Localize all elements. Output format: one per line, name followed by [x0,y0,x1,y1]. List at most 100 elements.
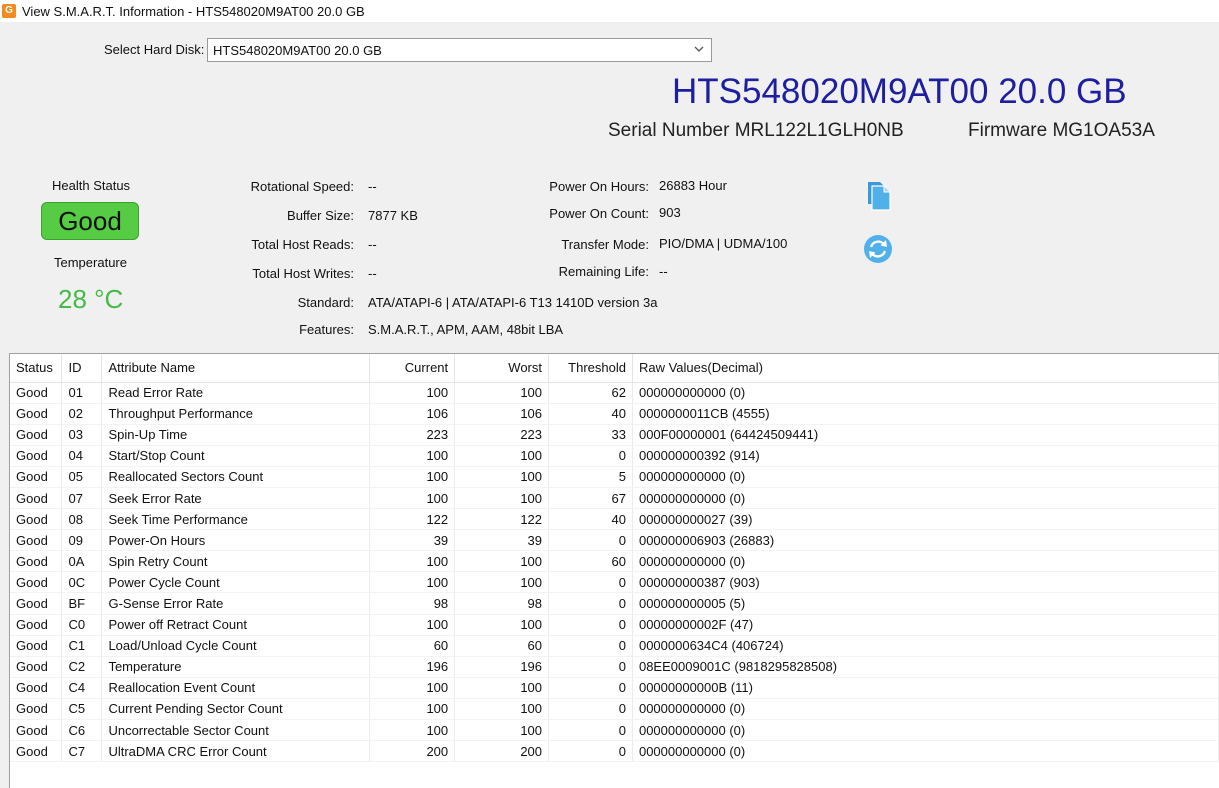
table-row[interactable]: Good C0 Power off Retract Count 100 100 0 0000… [10,614,1219,636]
chevron-down-icon [694,46,704,52]
current-cell: 100 [369,487,456,510]
attribute-name-cell: Spin-Up Time [101,424,371,446]
worst-cell: 98 [454,592,550,615]
column-header-attribute-name[interactable]: Attribute Name [101,354,371,383]
column-header-raw-values[interactable]: Raw Values(Decimal) [632,354,1219,383]
attribute-name-cell: Throughput Performance [101,403,371,425]
threshold-cell: 0 [548,635,633,657]
id-cell: C6 [61,719,103,742]
table-row[interactable]: Good C5 Current Pending Sector Count 100 100… [10,698,1219,721]
threshold-cell: 40 [548,508,633,531]
raw-value-cell: 00000000002F (47) [632,614,1219,636]
table-row[interactable]: Good C7 UltraDMA CRC Error Count 200 200 0 000… [10,740,1219,763]
worst-cell: 106 [454,403,550,425]
id-cell: 01 [61,382,103,404]
rotational-speed-value: -- [368,179,377,194]
health-status-badge: Good [41,202,139,240]
hard-disk-dropdown[interactable]: HTS548020M9AT00 20.0 GB [207,38,712,62]
table-header-row: Status ID Attribute Name Current Worst T… [10,354,1219,383]
current-cell: 100 [369,614,456,636]
table-row[interactable]: Good 09 Power-On Hours 39 39 0 000000006903 (2… [10,529,1219,552]
id-cell: C4 [61,677,103,699]
table-row[interactable]: Good 03 Spin-Up Time 223 223 33 000F00000001 (… [10,424,1219,446]
status-cell: Good [10,487,63,510]
id-cell: 0C [61,571,103,594]
power-on-count-label: Power On Count: [549,206,649,221]
raw-value-cell: 000000000000 (0) [632,382,1219,404]
current-cell: 100 [369,698,456,721]
serial-number: Serial Number MRL122L1GLH0NB [608,120,904,141]
table-row[interactable]: Good 05 Reallocated Sectors Count 100 100 5 00… [10,466,1219,488]
power-on-hours-label: Power On Hours: [549,179,649,194]
status-cell: Good [10,424,63,446]
column-header-worst[interactable]: Worst [454,354,550,383]
attribute-name-cell: Reallocated Sectors Count [101,466,371,488]
current-cell: 98 [369,592,456,615]
attribute-name-cell: G-Sense Error Rate [101,592,371,615]
status-cell: Good [10,677,63,699]
standard-value: ATA/ATAPI-6 | ATA/ATAPI-6 T13 1410D vers… [368,295,658,310]
current-cell: 122 [369,508,456,531]
table-row[interactable]: Good C1 Load/Unload Cycle Count 60 60 0 000000… [10,635,1219,657]
app-logo-icon: G [2,4,16,18]
health-status-label: Health Status [52,178,131,193]
copy-icon[interactable] [862,178,894,212]
temperature-label: Temperature [54,255,127,270]
table-row[interactable]: Good 0C Power Cycle Count 100 100 0 0000000003… [10,571,1219,594]
current-cell: 100 [369,445,456,467]
id-cell: BF [61,592,103,615]
table-row[interactable]: Good 04 Start/Stop Count 100 100 0 00000000039… [10,445,1219,467]
refresh-icon[interactable] [862,232,894,266]
raw-value-cell: 000000000000 (0) [632,719,1219,742]
raw-value-cell: 000000000000 (0) [632,487,1219,510]
attribute-name-cell: Spin Retry Count [101,550,371,573]
worst-cell: 100 [454,571,550,594]
raw-value-cell: 0000000011CB (4555) [632,403,1219,425]
attribute-name-cell: Seek Error Rate [101,487,371,510]
current-cell: 100 [369,719,456,742]
raw-value-cell: 000000000027 (39) [632,508,1219,531]
column-header-current[interactable]: Current [369,354,456,383]
column-header-status[interactable]: Status [10,354,63,383]
attribute-name-cell: Current Pending Sector Count [101,698,371,721]
table-row[interactable]: Good 0A Spin Retry Count 100 100 60 0000000000… [10,550,1219,573]
attribute-name-cell: Power-On Hours [101,529,371,552]
attribute-name-cell: Seek Time Performance [101,508,371,531]
threshold-cell: 0 [548,529,633,552]
worst-cell: 100 [454,550,550,573]
status-cell: Good [10,466,63,488]
table-row[interactable]: Good C4 Reallocation Event Count 100 100 0 000… [10,677,1219,699]
raw-value-cell: 000000000000 (0) [632,466,1219,488]
attribute-name-cell: Start/Stop Count [101,445,371,467]
id-cell: 0A [61,550,103,573]
hard-disk-dropdown-value: HTS548020M9AT00 20.0 GB [213,42,382,58]
id-cell: 07 [61,487,103,510]
table-row[interactable]: Good C6 Uncorrectable Sector Count 100 100 0 0… [10,719,1219,742]
threshold-cell: 0 [548,719,633,742]
current-cell: 39 [369,529,456,552]
status-cell: Good [10,592,63,615]
table-row[interactable]: Good 02 Throughput Performance 106 106 40 0000… [10,403,1219,425]
id-cell: 04 [61,445,103,467]
remaining-life-label: Remaining Life: [558,264,649,279]
worst-cell: 39 [454,529,550,552]
power-on-count-value: 903 [659,205,681,220]
threshold-cell: 0 [548,698,633,721]
threshold-cell: 0 [548,445,633,467]
table-row[interactable]: Good 01 Read Error Rate 100 100 62 00000000000… [10,382,1219,404]
attribute-name-cell: Temperature [101,656,371,678]
table-row[interactable]: Good C2 Temperature 196 196 0 08EE0009001C (98… [10,656,1219,678]
column-header-threshold[interactable]: Threshold [548,354,633,383]
id-cell: C5 [61,698,103,721]
threshold-cell: 40 [548,403,633,425]
attribute-name-cell: UltraDMA CRC Error Count [101,740,371,763]
table-row[interactable]: Good 08 Seek Time Performance 122 122 40 00000… [10,508,1219,531]
status-cell: Good [10,740,63,763]
buffer-size-label: Buffer Size: [287,208,354,223]
threshold-cell: 5 [548,466,633,488]
status-cell: Good [10,550,63,573]
worst-cell: 60 [454,635,550,657]
column-header-id[interactable]: ID [61,354,103,383]
table-row[interactable]: Good 07 Seek Error Rate 100 100 67 00000000000… [10,487,1219,510]
table-row[interactable]: Good BF G-Sense Error Rate 98 98 0 00000000000… [10,592,1219,615]
